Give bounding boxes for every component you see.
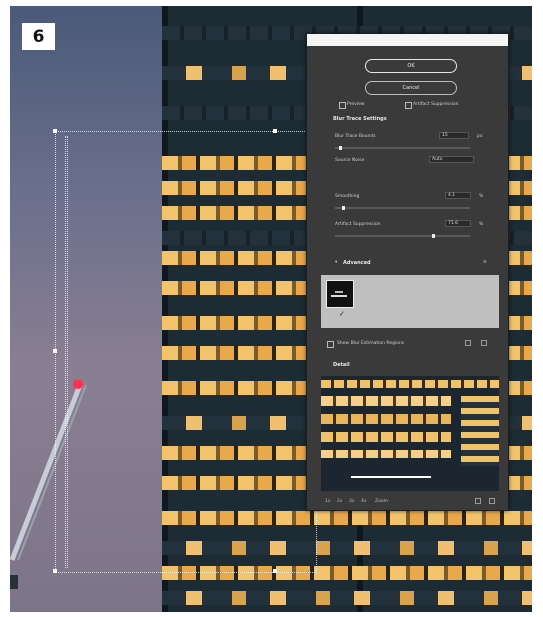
show-blur-estimation-regions-label: Show Blur Estimation Regions xyxy=(337,341,405,346)
smoothing-label: Smoothing xyxy=(335,194,360,199)
blur-trace-bounds-slider[interactable] xyxy=(335,147,470,149)
artifact-suppression-slider-label: Artifact Suppression xyxy=(335,222,381,227)
blur-trace-settings-heading: Blur Trace Settings xyxy=(333,116,387,122)
smoothing-unit: % xyxy=(479,194,484,199)
smoothing-slider-thumb[interactable] xyxy=(341,206,345,210)
artifact-suppression-slider-thumb[interactable] xyxy=(432,234,436,238)
zoom-option-1x[interactable]: 1x xyxy=(325,499,331,504)
artifact-suppression-label: Artifact Suppression xyxy=(413,102,459,107)
smoothing-slider[interactable] xyxy=(335,207,470,209)
region-checkmark-icon[interactable]: ✓ xyxy=(339,310,345,318)
camera-shake-reduction-dialog: OK Cancel Preview Artifact Suppression B… xyxy=(306,33,509,511)
artifact-suppression-slider[interactable] xyxy=(335,235,470,237)
source-noise-label: Source Noise xyxy=(335,158,365,163)
loupe-indicator-bar xyxy=(351,476,431,478)
artifact-suppression-checkbox[interactable] xyxy=(405,102,412,109)
detail-heading: Detail xyxy=(333,362,350,368)
smoothing-input[interactable]: 4.1 xyxy=(445,192,471,199)
blur-trace-bounds-unit: px xyxy=(477,134,483,139)
delete-region-icon[interactable] xyxy=(481,340,487,346)
cancel-button[interactable]: Cancel xyxy=(365,81,457,95)
add-region-icon[interactable] xyxy=(465,340,471,346)
zoom-option-zoom[interactable]: Zoom xyxy=(375,499,388,504)
zoom-option-4x[interactable]: 4x xyxy=(361,499,367,504)
dialog-titlebar xyxy=(307,34,508,46)
panel-options-icon[interactable]: ≡ xyxy=(483,260,487,265)
blur-trace-bounds-slider-thumb[interactable] xyxy=(339,146,343,150)
artifact-suppression-input[interactable]: 71.6 xyxy=(445,220,471,227)
step-number-badge: 6 xyxy=(22,23,55,50)
zoom-option-3x[interactable]: 3x xyxy=(349,499,355,504)
detail-loupe-preview[interactable] xyxy=(321,376,499,491)
blur-trace-selection[interactable] xyxy=(55,131,317,573)
ok-button[interactable]: OK xyxy=(365,59,457,73)
blur-estimation-region-list[interactable]: ✓ xyxy=(321,275,499,328)
advanced-chevron-icon[interactable]: ▾ xyxy=(335,260,337,265)
zoom-option-2x[interactable]: 2x xyxy=(337,499,343,504)
artifact-suppression-unit: % xyxy=(479,222,484,227)
loupe-pin-icon[interactable] xyxy=(475,498,481,504)
loupe-close-icon[interactable] xyxy=(489,498,495,504)
source-noise-select[interactable]: Auto xyxy=(429,156,474,163)
blur-trace-bounds-label: Blur Trace Bounds xyxy=(335,134,376,139)
advanced-heading[interactable]: Advanced xyxy=(343,260,371,266)
show-blur-regions-checkbox[interactable] xyxy=(327,341,334,348)
preview-checkbox[interactable] xyxy=(339,102,346,109)
blur-trace-bounds-input[interactable]: 15 xyxy=(439,132,469,139)
blur-trace-thumbnail[interactable] xyxy=(326,280,354,308)
preview-label: Preview xyxy=(347,102,365,107)
